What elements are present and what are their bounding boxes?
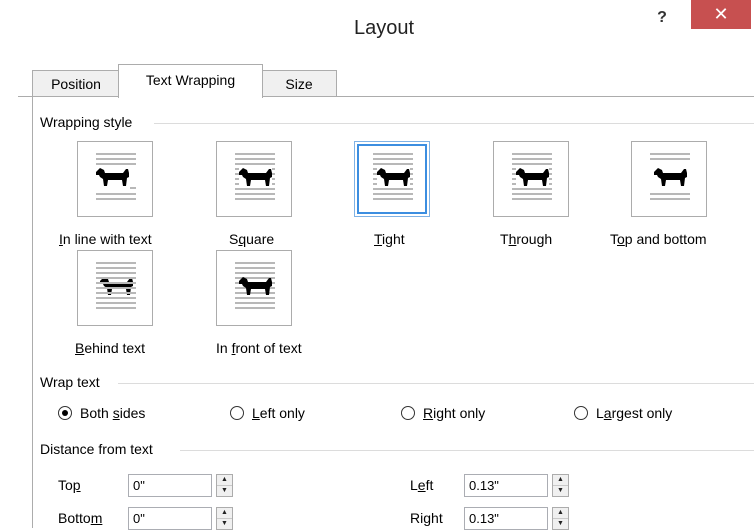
wrap-side-radio[interactable]	[230, 406, 244, 420]
title-bar: Layout ? ✕	[14, 0, 754, 63]
distance-input[interactable]: 0.13"	[464, 474, 548, 497]
wrap-option-button[interactable]	[216, 141, 292, 217]
distance-label: Left	[410, 477, 434, 493]
spin-up-icon[interactable]: ▲	[217, 475, 232, 486]
wrap-option-label[interactable]: Through	[500, 231, 552, 247]
wrap-option-label[interactable]: Top and bottom	[610, 231, 707, 247]
dialog-title: Layout	[353, 17, 415, 39]
spin-buttons[interactable]: ▲ ▼	[216, 507, 233, 530]
wrap-side-radio[interactable]	[401, 406, 415, 420]
close-button[interactable]: ✕	[691, 0, 751, 29]
wrap-text-heading: Wrap text	[40, 374, 100, 390]
spin-down-icon[interactable]: ▼	[217, 486, 232, 496]
tab-size[interactable]: Size	[261, 70, 337, 97]
spin-up-icon[interactable]: ▲	[553, 475, 568, 486]
distance-label: Top	[58, 477, 81, 493]
selection-highlight	[357, 144, 427, 214]
wrap-option-button[interactable]	[77, 250, 153, 326]
spin-buttons[interactable]: ▲ ▼	[552, 507, 569, 530]
spin-buttons[interactable]: ▲ ▼	[216, 474, 233, 497]
spin-down-icon[interactable]: ▼	[553, 486, 568, 496]
wrap-side-label[interactable]: Left only	[252, 405, 305, 421]
wrap-option-label[interactable]: Tight	[374, 231, 405, 247]
spin-buttons[interactable]: ▲ ▼	[552, 474, 569, 497]
wrapping-style-heading: Wrapping style	[40, 114, 133, 130]
wrap-option-button[interactable]	[493, 141, 569, 217]
distance-input[interactable]: 0"	[128, 474, 212, 497]
wrap-side-radio[interactable]	[58, 406, 72, 420]
distance-input[interactable]: 0"	[128, 507, 212, 530]
tab-position[interactable]: Position	[32, 70, 120, 97]
wrap-side-label[interactable]: Largest only	[596, 405, 672, 421]
tab-strip: Position Text Wrapping Size	[14, 63, 754, 98]
wrap-option-button[interactable]	[354, 141, 430, 217]
dialog-left-frame	[0, 0, 14, 528]
spin-up-icon[interactable]: ▲	[553, 508, 568, 519]
wrap-option-button[interactable]	[216, 250, 292, 326]
tab-text-wrapping[interactable]: Text Wrapping	[118, 64, 263, 98]
distance-label: Right	[410, 510, 443, 526]
distance-input[interactable]: 0.13"	[464, 507, 548, 530]
wrap-option-label[interactable]: In line with text	[59, 231, 152, 247]
wrap-side-label[interactable]: Right only	[423, 405, 485, 421]
wrap-option-button[interactable]	[631, 141, 707, 217]
wrap-option-label[interactable]: Behind text	[75, 340, 145, 356]
section-divider	[154, 123, 754, 124]
spin-up-icon[interactable]: ▲	[217, 508, 232, 519]
wrap-side-label[interactable]: Both sides	[80, 405, 145, 421]
distance-label: Bottom	[58, 510, 103, 526]
section-divider	[180, 450, 754, 451]
section-divider	[118, 383, 754, 384]
help-button[interactable]: ?	[647, 5, 677, 31]
wrap-option-button[interactable]	[77, 141, 153, 217]
distance-heading: Distance from text	[40, 441, 153, 457]
wrap-side-radio[interactable]	[574, 406, 588, 420]
wrap-option-label[interactable]: In front of text	[216, 340, 302, 356]
wrap-option-label[interactable]: Square	[229, 231, 274, 247]
